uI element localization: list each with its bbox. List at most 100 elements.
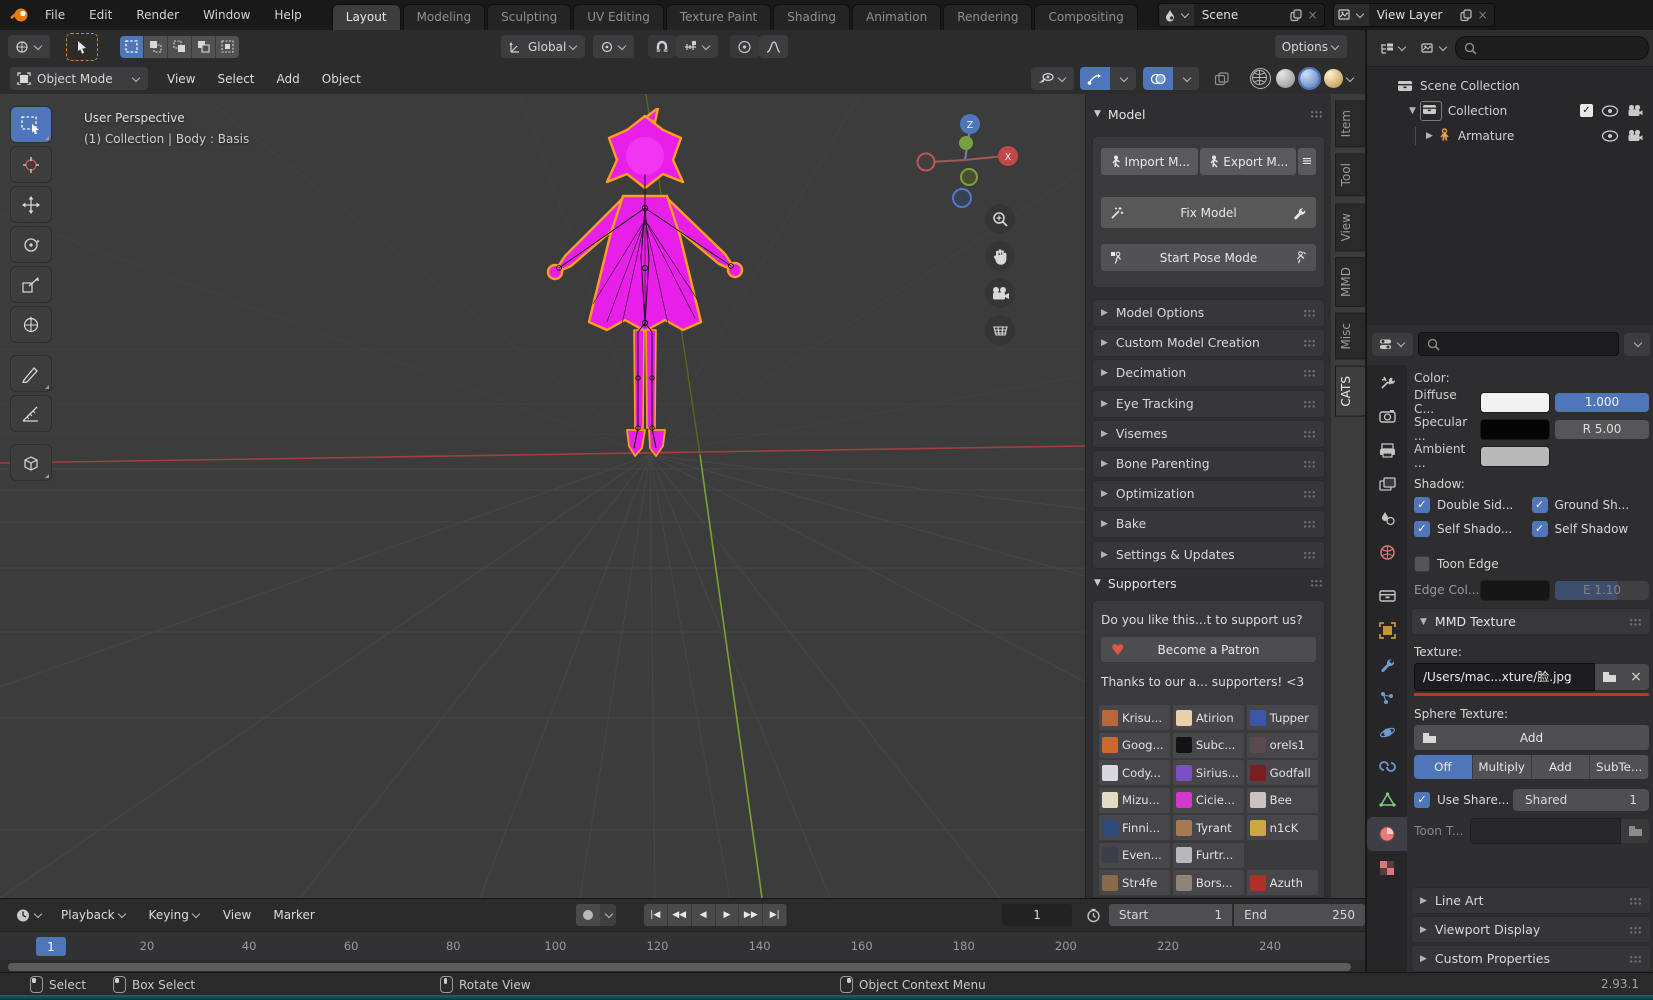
specular-strength-slider[interactable]: R 5.00 (1555, 420, 1649, 439)
view-layer-icon[interactable] (1334, 4, 1369, 26)
proportional-editing-icon[interactable] (730, 35, 759, 58)
menu-item[interactable]: File (33, 8, 77, 22)
tab-tool-icon[interactable] (1367, 365, 1407, 399)
panel-grip[interactable] (1303, 309, 1316, 317)
texture-path-input[interactable]: /Users/mac...xture/脸.jpg (1414, 663, 1595, 691)
pivot-point-dropdown[interactable] (593, 35, 634, 58)
view-layer-selector[interactable]: View Layer × (1333, 3, 1495, 27)
shading-solid-icon[interactable] (1276, 69, 1295, 88)
viewport-3d[interactable]: User Perspective (1) Collection | Body :… (0, 94, 1365, 898)
shadow-checkbox-row[interactable]: Double Sid... (1414, 497, 1532, 513)
shading-material-icon[interactable] (1300, 69, 1319, 88)
start-pose-mode-button[interactable]: Start Pose Mode (1101, 244, 1316, 271)
outliner-row-armature[interactable]: ▶ Armature (1373, 123, 1649, 148)
proportional-falloff-dropdown[interactable] (759, 35, 788, 58)
keying-dropdown[interactable] (600, 904, 616, 926)
hide-eye-icon[interactable] (1601, 130, 1619, 142)
panel-grip[interactable] (1310, 110, 1323, 118)
outliner-row-scene-collection[interactable]: Scene Collection (1373, 73, 1649, 98)
properties-editor-type-dropdown[interactable] (1372, 333, 1413, 356)
cats-section-header[interactable]: ▶ Decimation (1092, 359, 1325, 387)
sidebar-tab[interactable]: Misc (1335, 313, 1365, 360)
sidebar-tab[interactable]: View (1335, 203, 1365, 251)
tab-constraints-icon[interactable] (1367, 749, 1407, 783)
menu-item[interactable]: Edit (77, 8, 124, 22)
toon-texture-input[interactable] (1470, 818, 1621, 844)
shadow-checkbox-row[interactable]: Self Shadow (1532, 521, 1650, 537)
panel-grip[interactable] (1303, 551, 1316, 559)
fix-model-button[interactable]: Fix Model (1101, 197, 1316, 228)
toon-edge-row[interactable]: Toon Edge (1414, 553, 1649, 575)
camera-visibility-icon[interactable] (1627, 129, 1643, 142)
panel-grip[interactable] (1303, 520, 1316, 528)
character-model[interactable] (495, 108, 795, 483)
gizmos-dropdown[interactable] (1110, 67, 1136, 90)
cats-section-header[interactable]: ▶ Custom Model Creation (1092, 329, 1325, 357)
shading-rendered-icon[interactable] (1324, 69, 1343, 88)
tab-modifiers-icon[interactable] (1367, 647, 1407, 681)
outliner-display-mode-dropdown[interactable] (1373, 37, 1414, 60)
object-visibility-dropdown[interactable] (1031, 67, 1074, 90)
shading-wireframe-icon[interactable] (1250, 68, 1271, 89)
workspace-tab[interactable]: Rendering (943, 4, 1032, 30)
tool-measure[interactable] (10, 395, 52, 432)
blend-mode-button[interactable]: Multiply (1473, 755, 1532, 779)
panel-grip[interactable] (1629, 955, 1642, 963)
cats-section-header[interactable]: ▶ Model Options (1092, 299, 1325, 327)
tool-select-box[interactable] (10, 106, 52, 143)
overlays-dropdown[interactable] (1173, 67, 1199, 90)
select-mode-extend[interactable] (144, 36, 168, 58)
mode-dropdown[interactable]: Object Mode (10, 67, 148, 90)
tab-collection-icon[interactable] (1367, 579, 1407, 613)
outliner-search-input[interactable] (1455, 36, 1649, 60)
tool-transform[interactable] (10, 306, 52, 343)
collapsed-triangle-icon[interactable]: ▶ (1426, 131, 1433, 141)
tab-material-icon[interactable] (1367, 817, 1407, 851)
tool-annotate[interactable] (10, 355, 52, 392)
scene-name[interactable]: Scene (1194, 8, 1290, 22)
cats-section-header[interactable]: ▶ Eye Tracking (1092, 390, 1325, 418)
workspace-tab[interactable]: Compositing (1034, 4, 1137, 30)
timeline-menu-item[interactable]: Marker (262, 908, 325, 922)
panel-grip[interactable] (1303, 430, 1316, 438)
select-mode-set[interactable] (120, 36, 144, 58)
texture-open-folder-icon[interactable] (1595, 664, 1623, 690)
snap-settings-dropdown[interactable] (676, 35, 718, 58)
panel-grip[interactable] (1303, 339, 1316, 347)
mmd-texture-header[interactable]: ▼ MMD Texture (1411, 608, 1651, 635)
checkbox[interactable] (1532, 521, 1548, 537)
use-shared-checkbox[interactable] (1414, 792, 1430, 808)
checkbox[interactable] (1414, 521, 1430, 537)
cats-section-header[interactable]: ▶ Bake (1092, 510, 1325, 538)
supporter-button[interactable]: Azuth (1247, 870, 1318, 895)
navigation-gizmo[interactable]: Z X (900, 102, 1030, 212)
options-dropdown[interactable]: Options (1275, 35, 1347, 58)
select-mode-intersect[interactable] (216, 36, 239, 58)
properties-section-header[interactable]: ▶ Custom Properties (1411, 945, 1651, 972)
properties-options-dropdown[interactable] (1624, 333, 1650, 356)
supporter-button[interactable]: Even... (1099, 843, 1170, 868)
supporter-button[interactable]: Goog... (1099, 733, 1170, 758)
blend-mode-button[interactable]: Add (1532, 755, 1591, 779)
sphere-add-button[interactable]: Add (1414, 725, 1649, 750)
supporter-button[interactable]: Tupper (1247, 705, 1318, 730)
editor-type-dropdown[interactable] (8, 35, 50, 58)
checkbox[interactable] (1414, 497, 1430, 513)
select-mode-subtract[interactable] (168, 36, 192, 58)
properties-section-header[interactable]: ▶ Viewport Display (1411, 916, 1651, 943)
supporter-button[interactable]: Mizu... (1099, 788, 1170, 813)
panel-grip[interactable] (1310, 579, 1323, 587)
transport-button[interactable]: ▶▶ (739, 904, 763, 926)
select-mode-invert[interactable] (192, 36, 216, 58)
tab-render-icon[interactable] (1367, 399, 1407, 433)
supporter-button[interactable]: Bee (1247, 788, 1318, 813)
viewport-menu-item[interactable]: Object (311, 72, 372, 86)
tab-object-icon[interactable] (1367, 613, 1407, 647)
workspace-tab[interactable]: Sculpting (487, 4, 571, 30)
outliner-row-collection[interactable]: ▼ Collection ✓ (1373, 98, 1649, 123)
supporter-button[interactable]: Cody... (1099, 760, 1170, 785)
tab-particles-icon[interactable] (1367, 681, 1407, 715)
supporter-button[interactable]: orels1 (1247, 733, 1318, 758)
timeline-editor-type-dropdown[interactable] (8, 904, 50, 927)
shadow-checkbox-row[interactable]: Self Shado... (1414, 521, 1532, 537)
